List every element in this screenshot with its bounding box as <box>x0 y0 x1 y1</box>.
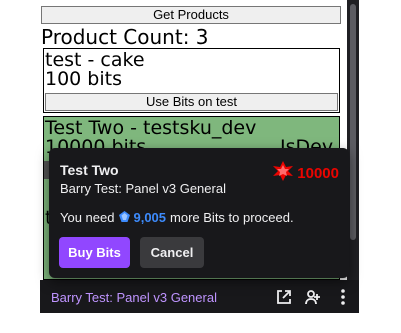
get-products-button[interactable]: Get Products <box>41 6 341 24</box>
product-cost: 10000 <box>272 161 339 186</box>
bits-purchase-dialog: Test Two Barry Test: Panel v3 General 10… <box>49 148 349 278</box>
bits-gem-blue-icon <box>119 210 131 225</box>
more-options-icon[interactable] <box>334 288 352 306</box>
manage-access-icon[interactable] <box>304 288 322 306</box>
need-suffix: more Bits to proceed. <box>170 210 294 225</box>
use-bits-button[interactable]: Use Bits on test <box>45 93 338 111</box>
panel-footer: Barry Test: Panel v3 General <box>40 280 359 313</box>
buy-bits-button[interactable]: Buy Bits <box>59 237 130 268</box>
dialog-subtitle: Barry Test: Panel v3 General <box>60 181 226 196</box>
popout-icon[interactable] <box>275 288 293 306</box>
product-count: Product Count: 3 <box>41 25 209 49</box>
cost-value: 10000 <box>297 165 339 182</box>
need-prefix: You need <box>60 210 115 225</box>
scroll-thumb[interactable] <box>350 4 356 240</box>
cancel-button[interactable]: Cancel <box>140 237 204 268</box>
product-price: 100 bits <box>45 68 122 90</box>
extension-name: Barry Test: Panel v3 General <box>51 290 217 305</box>
bits-gem-red-icon <box>272 161 294 186</box>
bits-needed-amount: 9,005 <box>133 210 167 225</box>
dialog-title: Test Two <box>60 162 119 178</box>
product-card-1: test - cake 100 bits Use Bits on test <box>43 48 340 113</box>
bits-needed-message: You need 9,005 more Bits to proceed. <box>60 210 294 225</box>
